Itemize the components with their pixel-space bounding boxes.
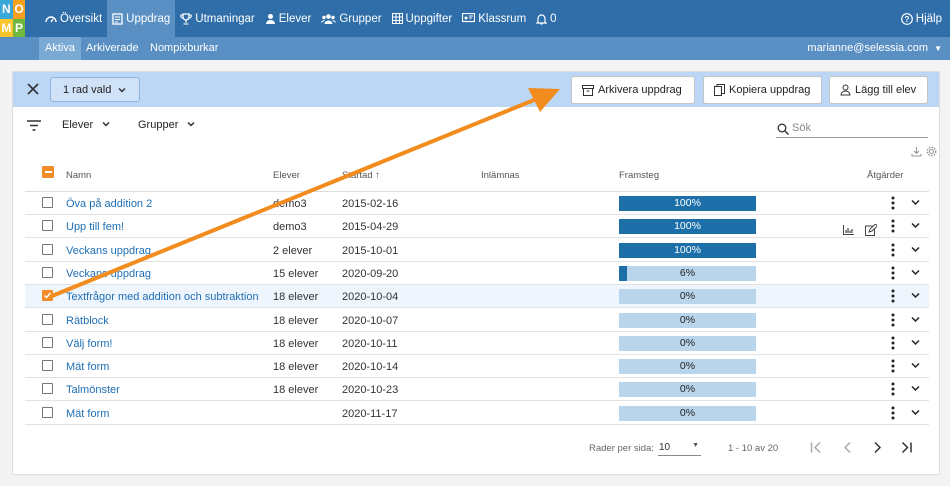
annotation-arrow	[50, 88, 560, 298]
